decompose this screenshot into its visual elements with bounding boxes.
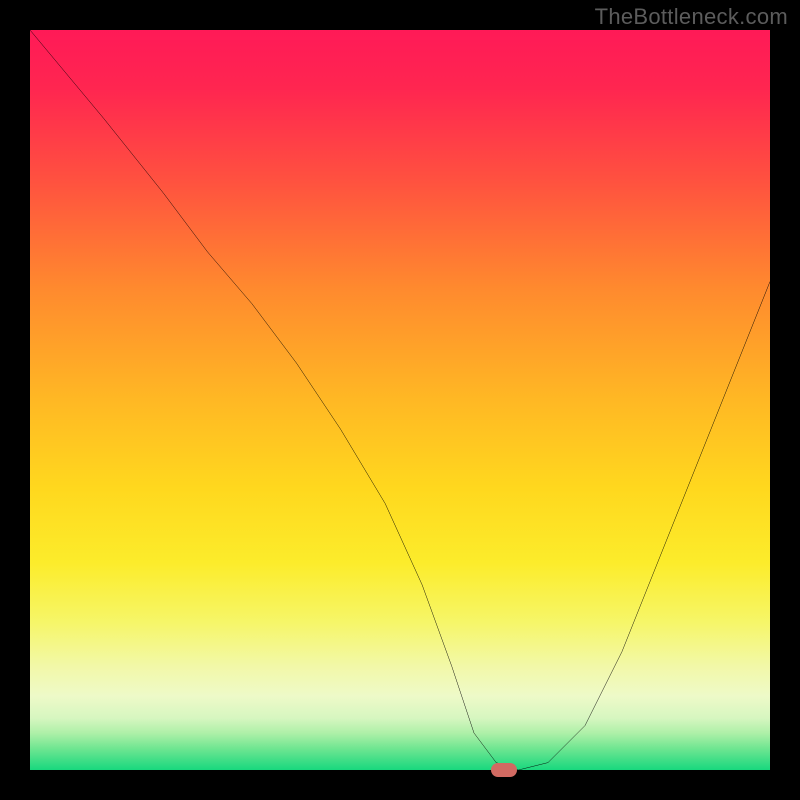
- chart-frame: TheBottleneck.com: [0, 0, 800, 800]
- bottleneck-curve: [30, 30, 770, 770]
- curve-path: [30, 30, 770, 770]
- plot-area: [30, 30, 770, 770]
- current-config-marker: [491, 763, 517, 777]
- watermark-text: TheBottleneck.com: [595, 4, 788, 30]
